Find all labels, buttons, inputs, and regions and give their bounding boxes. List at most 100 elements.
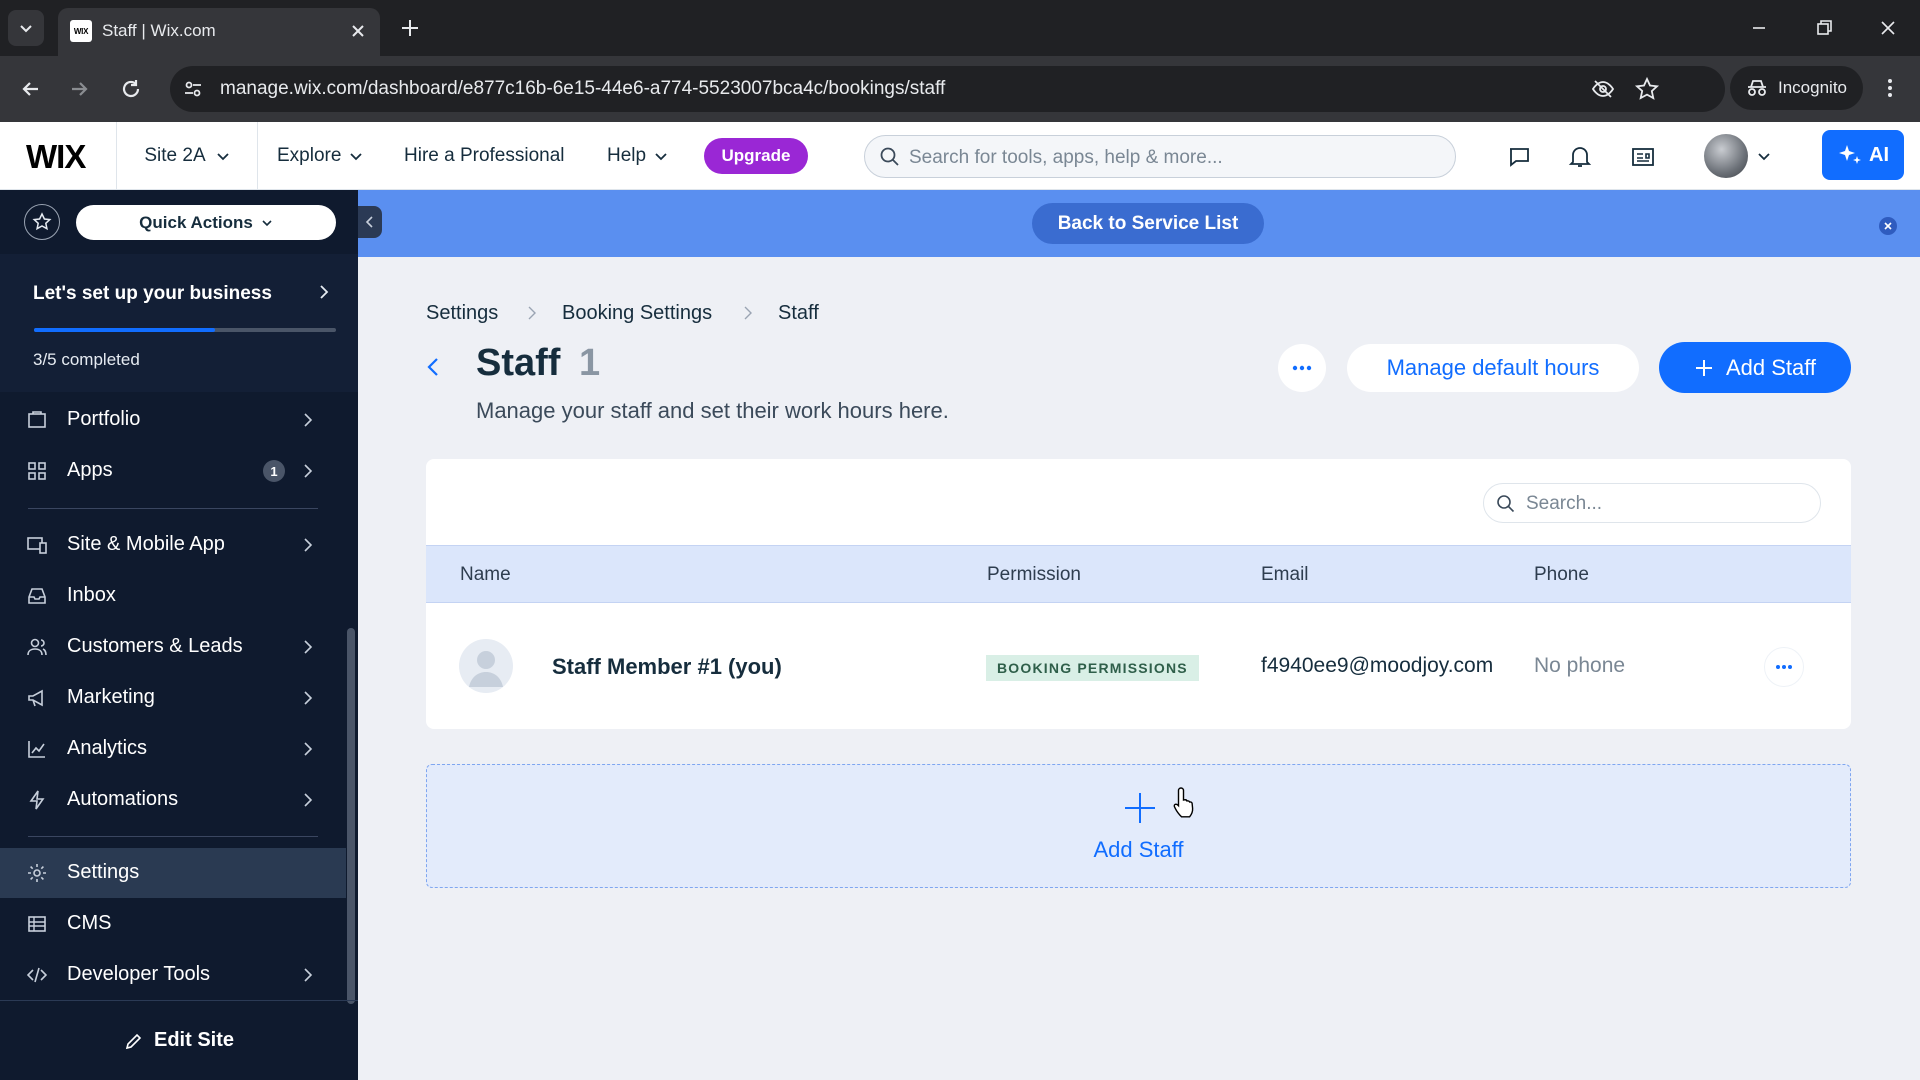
row-more-actions-button[interactable]: [1764, 647, 1804, 687]
apps-icon: [28, 462, 46, 480]
staff-search-input[interactable]: Search...: [1483, 483, 1821, 523]
hire-professional-label: Hire a Professional: [404, 145, 565, 166]
close-icon: [1884, 222, 1892, 230]
chevron-down-icon[interactable]: [1757, 149, 1771, 163]
account-avatar[interactable]: [1704, 134, 1748, 178]
browser-toolbar: manage.wix.com/dashboard/e877c16b-6e15-4…: [0, 56, 1920, 122]
table-header: Name Permission Email Phone: [426, 545, 1851, 603]
upgrade-button[interactable]: Upgrade: [704, 138, 808, 174]
incognito-label: Incognito: [1778, 78, 1847, 97]
back-to-service-list-button[interactable]: Back to Service List: [1032, 203, 1264, 244]
breadcrumb-staff: Staff: [778, 302, 819, 324]
edit-site-label: Edit Site: [153, 1029, 234, 1051]
chevron-right-icon: [744, 306, 752, 320]
sidebar-divider: [28, 836, 318, 837]
notifications-bell-icon[interactable]: [1567, 144, 1593, 170]
sidebar-item-analytics[interactable]: Analytics: [0, 724, 346, 774]
breadcrumb-settings[interactable]: Settings: [426, 302, 498, 325]
table-row[interactable]: Staff Member #1 (you) BOOKING PERMISSION…: [426, 603, 1851, 729]
collapse-sidebar-button[interactable]: [358, 206, 382, 238]
site-name: Site 2A: [144, 145, 206, 166]
analytics-icon: [28, 741, 45, 758]
edit-site-button[interactable]: Edit Site: [0, 1000, 358, 1080]
pencil-icon: [125, 1033, 142, 1049]
window-close-icon[interactable]: [1874, 14, 1902, 42]
sidebar-item-label: Apps: [67, 459, 113, 481]
chevron-down-icon: [262, 219, 272, 226]
wix-search-input[interactable]: Search for tools, apps, help & more...: [864, 135, 1456, 178]
sidebar-item-developer-tools[interactable]: Developer Tools: [0, 950, 346, 1000]
close-icon[interactable]: [348, 21, 368, 41]
sidebar-divider: [28, 508, 318, 509]
help-menu[interactable]: Help: [607, 122, 668, 190]
incognito-indicator[interactable]: Incognito: [1730, 66, 1863, 110]
tab-search-button[interactable]: [8, 10, 44, 46]
add-staff-card[interactable]: Add Staff: [426, 764, 1851, 888]
sidebar-item-label: Customers & Leads: [67, 635, 243, 657]
sidebar-item-settings[interactable]: Settings: [0, 848, 346, 898]
search-placeholder: Search for tools, apps, help & more...: [909, 147, 1223, 168]
chevron-right-icon: [304, 464, 313, 478]
favorites-button[interactable]: [24, 204, 60, 240]
hire-professional-link[interactable]: Hire a Professional: [404, 122, 565, 190]
staff-count: 1: [579, 342, 601, 384]
site-settings-icon[interactable]: [182, 78, 204, 100]
back-arrow-icon[interactable]: [16, 74, 46, 104]
chevron-right-icon: [304, 538, 313, 552]
setup-checklist[interactable]: Let's set up your business: [0, 254, 358, 392]
quick-actions-button[interactable]: Quick Actions: [76, 205, 336, 240]
ai-assistant-button[interactable]: AI: [1822, 130, 1904, 180]
reload-icon[interactable]: [116, 74, 146, 104]
browser-tab-bar: WIX Staff | Wix.com: [0, 0, 1920, 56]
sidebar-item-site-mobile-app[interactable]: Site & Mobile App: [0, 520, 346, 570]
user-placeholder-icon: [469, 651, 503, 687]
explore-menu[interactable]: Explore: [277, 122, 363, 190]
breadcrumb-booking-settings[interactable]: Booking Settings: [562, 302, 712, 325]
more-actions-button[interactable]: [1278, 344, 1326, 392]
sidebar-item-label: Developer Tools: [67, 963, 211, 985]
chevron-right-icon: [320, 285, 329, 299]
sidebar-item-label: Analytics: [67, 737, 148, 759]
staff-name: Staff Member #1 (you): [552, 654, 782, 679]
browser-menu-icon[interactable]: [1876, 74, 1904, 102]
sidebar-item-label: Inbox: [67, 584, 116, 606]
chevron-down-icon: [655, 153, 667, 161]
chat-icon[interactable]: [1506, 144, 1532, 170]
new-tab-plus-icon[interactable]: [396, 14, 424, 42]
wix-top-bar: WIX Site 2A Explore Hire a Professional …: [0, 122, 1920, 190]
sidebar-item-apps[interactable]: Apps 1: [0, 446, 346, 496]
sparkle-icon: [1839, 145, 1861, 164]
page-subtitle: Manage your staff and set their work hou…: [476, 398, 949, 423]
sidebar-item-inbox[interactable]: Inbox: [0, 571, 346, 621]
forward-arrow-icon[interactable]: [64, 74, 94, 104]
browser-tab-active[interactable]: WIX Staff | Wix.com: [58, 8, 380, 56]
column-header-name: Name: [460, 564, 511, 585]
site-switcher[interactable]: Site 2A: [116, 122, 258, 190]
sidebar-item-customers-leads[interactable]: Customers & Leads: [0, 622, 346, 672]
sidebar-item-marketing[interactable]: Marketing: [0, 673, 346, 723]
sidebar-item-label: Site & Mobile App: [67, 533, 225, 555]
wix-favicon-icon: WIX: [70, 20, 92, 42]
manage-default-hours-button[interactable]: Manage default hours: [1347, 344, 1639, 392]
sidebar-scrollbar[interactable]: [347, 628, 355, 1004]
add-staff-button[interactable]: Add Staff: [1659, 342, 1851, 393]
automations-icon: [29, 790, 45, 810]
sidebar-item-portfolio[interactable]: Portfolio: [0, 395, 346, 445]
chevron-down-icon: [350, 153, 363, 161]
news-feed-icon[interactable]: [1630, 144, 1656, 170]
sidebar-item-cms[interactable]: CMS: [0, 899, 346, 949]
code-icon: [27, 967, 47, 983]
chevron-right-icon: [304, 742, 313, 756]
sidebar-item-automations[interactable]: Automations: [0, 775, 346, 825]
hand-cursor-icon: [1173, 787, 1194, 818]
url-text: manage.wix.com/dashboard/e877c16b-6e15-4…: [220, 78, 946, 99]
wix-logo[interactable]: WIX: [26, 138, 86, 176]
bookmark-star-icon[interactable]: [1634, 76, 1660, 102]
eye-off-icon[interactable]: [1591, 77, 1615, 101]
service-banner: Back to Service List: [358, 190, 1920, 257]
back-chevron-icon[interactable]: [424, 356, 442, 378]
address-bar[interactable]: manage.wix.com/dashboard/e877c16b-6e15-4…: [170, 66, 1725, 112]
restore-icon[interactable]: [1810, 14, 1838, 42]
minimize-icon[interactable]: [1745, 14, 1773, 42]
banner-close-button[interactable]: [1879, 217, 1897, 235]
